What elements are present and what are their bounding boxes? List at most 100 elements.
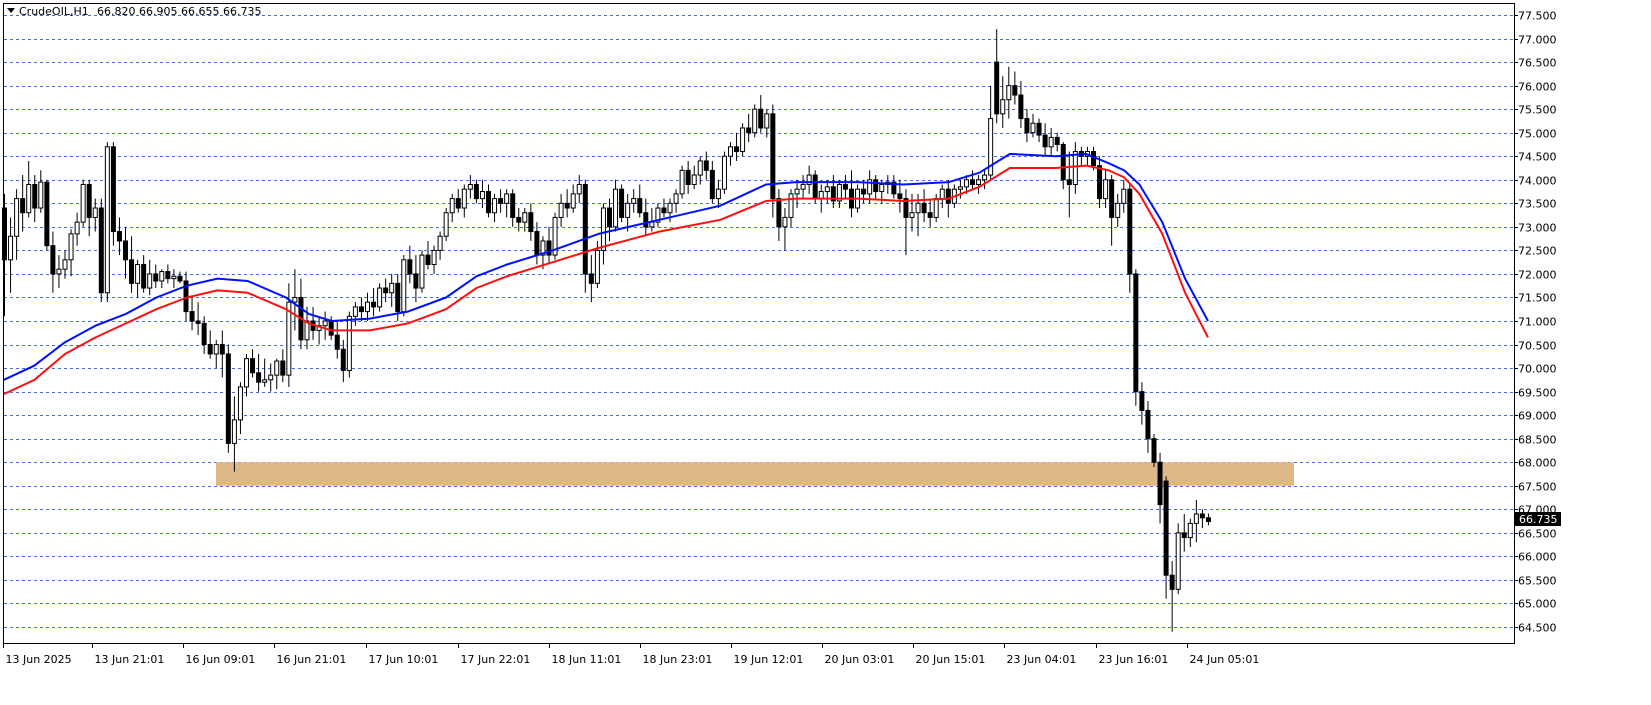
candle-body [1103,179,1109,200]
x-tick-label: 23 Jun 04:01 [1007,653,1077,666]
candle [1175,523,1181,595]
candle-body [171,275,177,280]
support-zone[interactable] [216,462,1294,486]
x-tick-label: 18 Jun 11:01 [552,653,622,666]
candle [274,358,280,390]
candle [1139,382,1145,425]
candle-body [189,311,195,322]
candle [1006,66,1012,119]
candle [467,175,473,199]
candle-body [1157,461,1163,506]
candle-body [461,188,467,209]
y-tick-label: 72.500 [1518,245,1557,258]
candle [38,170,44,213]
candle [322,311,328,340]
candle [437,231,443,260]
candle [473,179,479,204]
candle [213,339,219,369]
y-tick-label: 70.500 [1518,340,1557,353]
candle-body [1072,151,1078,185]
candle [68,229,74,277]
candle-body [594,249,600,284]
collapse-triangle-icon[interactable] [7,8,15,13]
support-zone-rect[interactable] [216,462,1294,486]
price-axis[interactable]: 77.500 77.000 76.500 76.000 75.500 75.000 74.5… [1514,10,1557,635]
candle-body [1060,143,1066,181]
candle-body [1145,409,1151,440]
y-tick-label: 74.000 [1518,175,1557,188]
candle-body [1205,517,1211,523]
candle [244,353,249,397]
candle-body [377,287,383,308]
candle [903,189,909,256]
candle [800,175,806,199]
candle-body [824,186,830,193]
candle-body [782,216,788,228]
candle-body [165,271,171,280]
candle [389,273,395,307]
candle [1097,156,1103,209]
candle-body [201,322,207,346]
candle [74,212,80,246]
symbol-label: CrudeOIL,H1 [19,5,89,18]
candle [994,29,1000,124]
candle [231,396,237,472]
candle [498,189,504,213]
candle-body [280,360,286,376]
price-chart[interactable]: 77.500 77.000 76.500 76.000 75.500 75.000 74.5… [0,0,1651,705]
candle-body [1042,134,1048,148]
candle [1054,132,1060,152]
candle-body [14,198,20,237]
candle [655,203,661,227]
candle-body [625,202,631,218]
y-tick-label: 65.500 [1518,575,1557,588]
candle-body [1199,513,1205,519]
candle-body [256,372,262,383]
candle [558,193,564,227]
candle-body [619,188,625,218]
candle-body [237,386,243,421]
candle-body [1115,202,1121,218]
candle [510,189,516,227]
candle [921,189,927,223]
candle [207,330,213,359]
candle-body [746,127,752,134]
candle-body [994,61,1000,115]
candle-body [68,233,74,261]
candle [504,189,510,218]
candle [371,288,377,317]
candle-body [207,344,213,355]
candle [250,349,256,378]
candle-body [879,183,885,193]
y-tick-label: 75.000 [1518,128,1557,141]
x-tick-label: 19 Jun 12:01 [734,653,804,666]
candle [758,95,764,133]
candle-body [153,273,159,282]
candle-body [697,160,703,176]
candle-body [709,169,715,200]
y-tick-label: 72.000 [1518,269,1557,282]
candle-body [431,249,437,266]
candle [116,217,122,256]
candle-body [685,169,691,185]
candle-body [915,202,921,214]
candle-body [250,358,256,374]
candle [927,198,933,227]
y-tick-label: 68.000 [1518,457,1557,470]
candle [970,170,975,190]
candle [631,189,637,213]
candle [358,297,364,321]
candle [171,269,177,289]
candle-body [516,216,522,223]
y-tick-label: 73.000 [1518,222,1557,235]
moving-averages [3,152,1209,395]
candle-body [740,127,746,153]
candle-body [231,419,237,444]
candle-body [570,193,576,209]
candle [219,330,225,378]
candle-body [1018,94,1024,120]
x-tick-label: 24 Jun 05:01 [1190,653,1260,666]
time-axis[interactable]: 13 Jun 2025 13 Jun 21:01 16 Jun 09:01 16 Ju… [3,643,1260,666]
candle-body [1163,480,1169,576]
candle [225,344,231,453]
